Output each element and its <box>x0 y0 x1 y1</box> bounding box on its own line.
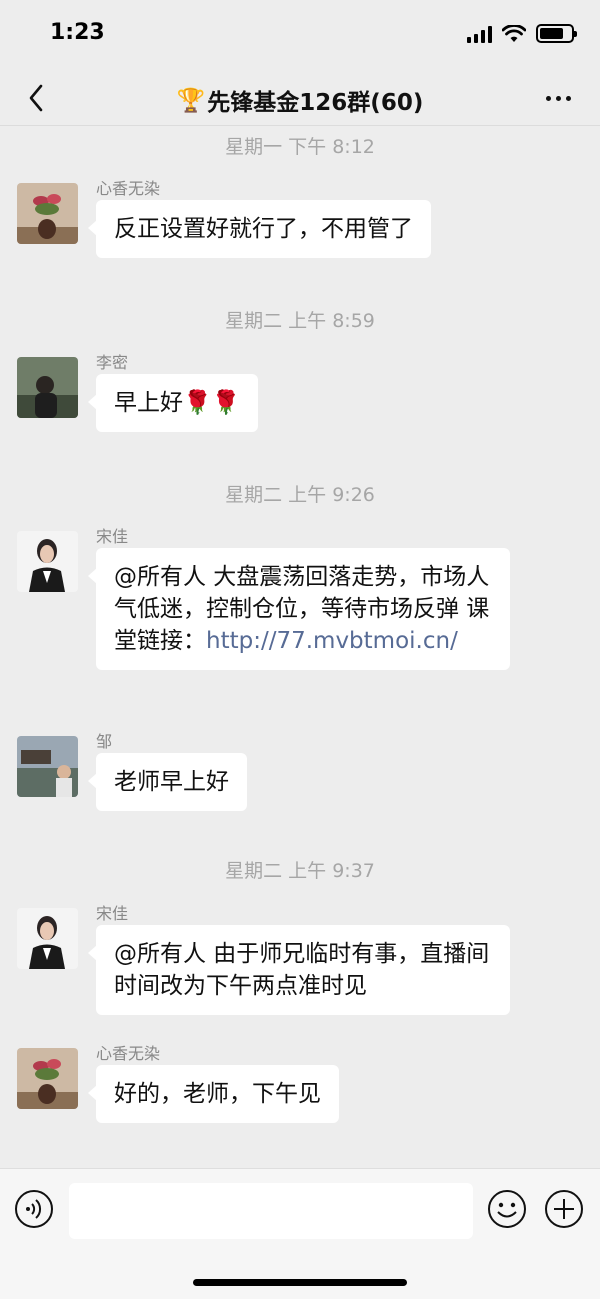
voice-icon <box>15 1190 53 1228</box>
more-dot-icon <box>545 95 551 101</box>
timestamp: 星期一 下午 8:12 <box>225 136 375 158</box>
message-bubble[interactable]: @所有人 由于师兄临时有事，直播间时间改为下午两点准时见 <box>88 925 510 1015</box>
voice-button[interactable] <box>14 1189 54 1229</box>
message-text: 早上好🌹🌹 <box>114 390 241 416</box>
avatar[interactable] <box>17 357 78 418</box>
status-time: 1:23 <box>50 20 105 45</box>
chat-area[interactable]: 星期一 下午 8:12 心香无染 反正设置好就行了，不用管了 星期二 上午 8:… <box>0 126 600 1168</box>
plus-button[interactable] <box>544 1189 584 1229</box>
emoji-button[interactable] <box>487 1189 527 1229</box>
avatar[interactable] <box>17 183 78 244</box>
wifi-icon <box>502 24 526 42</box>
message-bubble[interactable]: 老师早上好 <box>88 753 247 811</box>
signal-icon <box>467 25 492 43</box>
group-name: 先锋基金126群(60) <box>207 90 424 116</box>
timestamp: 星期二 上午 9:37 <box>225 860 375 882</box>
timestamp: 星期二 上午 8:59 <box>225 310 375 332</box>
sender-name: 宋佳 <box>96 904 129 923</box>
message-text: 好的，老师，下午见 <box>114 1081 321 1107</box>
message-text: 反正设置好就行了，不用管了 <box>114 216 413 242</box>
sender-name: 心香无染 <box>96 179 161 198</box>
avatar[interactable] <box>17 736 78 797</box>
avatar[interactable] <box>17 908 78 969</box>
trophy-icon: 🏆 <box>176 87 206 114</box>
nav-bar: 🏆 先锋基金126群(60) <box>0 70 600 126</box>
sender-name: 邹 <box>96 732 113 751</box>
plus-icon <box>545 1190 583 1228</box>
sender-name: 心香无染 <box>96 1044 161 1063</box>
sender-name: 李密 <box>96 353 129 372</box>
more-dot-icon <box>565 95 571 101</box>
status-bar: 1:23 <box>0 0 600 70</box>
message-bubble[interactable]: 早上好🌹🌹 <box>87 374 259 432</box>
avatar[interactable] <box>17 1048 78 1109</box>
message-link[interactable]: http://77.mvbtmoi.cn/ <box>206 628 458 654</box>
battery-icon <box>536 24 577 43</box>
message-input[interactable] <box>69 1183 473 1239</box>
status-icons <box>467 24 577 43</box>
chat-title: 🏆 先锋基金126群(60) <box>0 83 600 117</box>
more-dot-icon <box>555 95 561 101</box>
sender-name: 宋佳 <box>96 527 129 546</box>
message-bubble[interactable]: 好的，老师，下午见 <box>88 1065 339 1123</box>
timestamp: 星期二 上午 9:26 <box>225 484 375 506</box>
message-text: @所有人 由于师兄临时有事，直播间时间改为下午两点准时见 <box>114 941 490 999</box>
message-text: 老师早上好 <box>114 769 229 795</box>
message-bubble[interactable]: 反正设置好就行了，不用管了 <box>88 200 431 258</box>
more-button[interactable] <box>538 80 578 116</box>
message-bubble[interactable]: @所有人 大盘震荡回落走势，市场人气低迷，控制仓位，等待市场反弹 课堂链接：ht… <box>88 548 510 670</box>
home-indicator <box>193 1279 407 1286</box>
avatar[interactable] <box>17 531 78 592</box>
input-bar <box>0 1168 600 1299</box>
emoji-icon <box>488 1190 526 1228</box>
